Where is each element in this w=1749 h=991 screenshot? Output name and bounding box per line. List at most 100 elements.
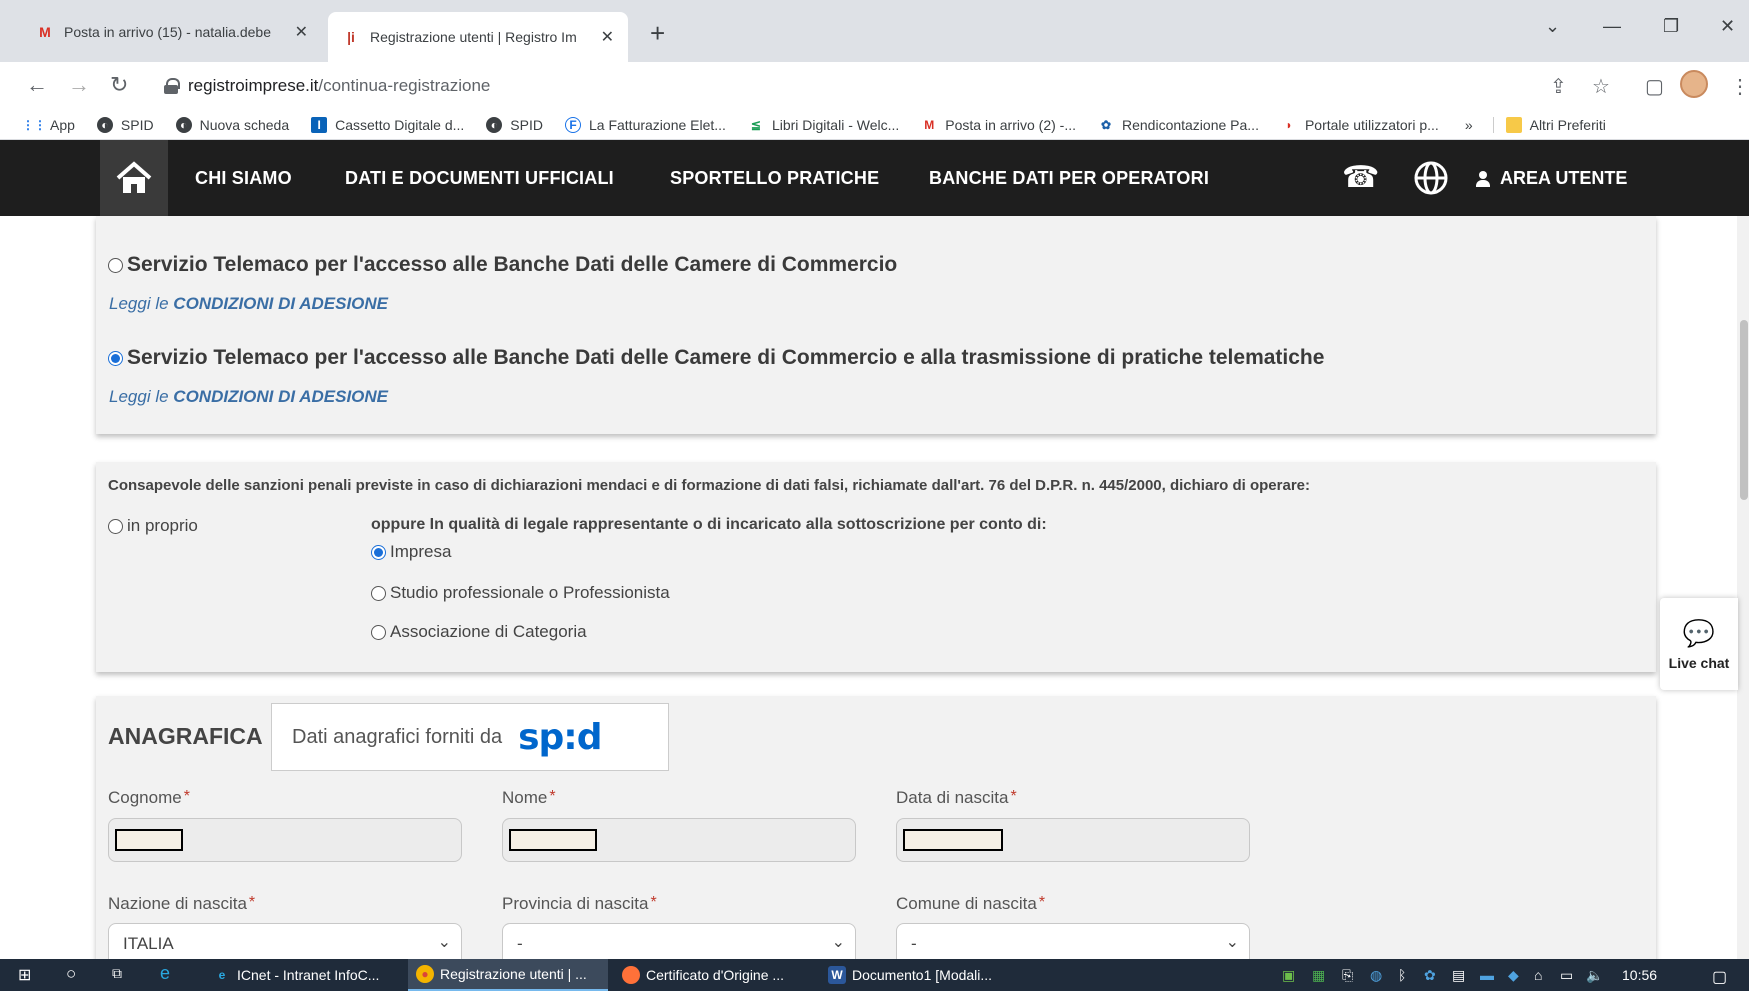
menu-icon[interactable]: ⋮	[1730, 74, 1749, 99]
option-studio-professionale[interactable]: Studio professionale o Professionista	[371, 583, 670, 603]
network-icon[interactable]: ⌂	[1534, 967, 1542, 983]
option-in-proprio[interactable]: in proprio	[108, 516, 198, 536]
bookmark-posta[interactable]: M Posta in arrivo (2) -...	[921, 117, 1076, 133]
service-option-banche-dati[interactable]: Servizio Telemaco per l'accesso alle Ban…	[108, 253, 897, 277]
redacted-value	[115, 829, 183, 851]
bookmarks-overflow[interactable]: »	[1465, 117, 1473, 133]
nav-sportello-pratiche[interactable]: SPORTELLO PRATICHE	[670, 168, 879, 189]
condizioni-link-2[interactable]: Leggi le CONDIZIONI DI ADESIONE	[109, 387, 388, 407]
tray-app-icon[interactable]: ⎘	[1342, 967, 1353, 984]
bookmark-fatturazione[interactable]: F La Fatturazione Elet...	[564, 116, 726, 133]
bluetooth-icon[interactable]: ᛒ	[1398, 967, 1406, 983]
cognome-field[interactable]	[108, 818, 462, 862]
close-tab-icon[interactable]: ✕	[295, 22, 308, 42]
tab-title: Posta in arrivo (15) - natalia.debe	[64, 24, 271, 40]
nav-chi-siamo[interactable]: CHI SIAMO	[195, 168, 292, 189]
task-view-icon[interactable]: ⧉	[112, 965, 122, 982]
chevron-down-icon: ⌄	[437, 934, 451, 951]
bookmark-libri[interactable]: ≦ Libri Digitali - Welc...	[748, 117, 899, 133]
bookmark-app[interactable]: ⋮⋮ App	[22, 117, 75, 133]
clock[interactable]: 10:56	[1622, 967, 1657, 983]
select-value: ITALIA	[123, 934, 174, 953]
ie-icon: e	[218, 968, 226, 982]
tab-search-icon[interactable]: ⌄	[1545, 16, 1560, 37]
profile-avatar[interactable]	[1680, 70, 1708, 98]
tray-app-icon[interactable]: ▣	[1282, 967, 1295, 984]
bookmark-label: La Fatturazione Elet...	[588, 116, 726, 133]
scrollbar-thumb[interactable]	[1740, 320, 1748, 500]
label-nome: Nome *	[502, 788, 556, 808]
shield-icon[interactable]: ◆	[1508, 967, 1519, 984]
radio-selected[interactable]	[108, 350, 123, 366]
area-utente-label: AREA UTENTE	[1500, 168, 1628, 188]
hp-icon[interactable]: ◍	[1370, 967, 1382, 984]
bookmark-label: SPID	[120, 116, 154, 133]
close-window-icon[interactable]: ✕	[1720, 16, 1735, 37]
libri-icon: ≦	[750, 117, 761, 132]
service-option-banche-dati-pratiche[interactable]: Servizio Telemaco per l'accesso alle Ban…	[108, 346, 1324, 370]
search-icon[interactable]: ○	[66, 964, 76, 984]
reload-icon[interactable]: ↻	[110, 72, 128, 98]
bookmark-rendicontazione[interactable]: ✿ Rendicontazione Pa...	[1098, 117, 1259, 133]
restore-icon[interactable]: ❐	[1663, 16, 1679, 37]
globe-icon: ◐	[175, 116, 192, 133]
bookmark-label: Cassetto Digitale d...	[335, 116, 465, 133]
tray-app-icon[interactable]: ▬	[1480, 967, 1494, 983]
bookmark-spid[interactable]: ◐ SPID	[96, 116, 154, 133]
label-cognome: Cognome *	[108, 788, 190, 808]
address-bar[interactable]: registroimprese.it/continua-registrazion…	[150, 68, 1520, 104]
required-mark: *	[1038, 894, 1046, 911]
tab-registrazione[interactable]: |i Registrazione utenti | Registro Im ✕	[328, 12, 628, 62]
label-text: Data di nascita	[896, 788, 1009, 807]
nome-field[interactable]	[502, 818, 856, 862]
bookmark-portale[interactable]: ◗ Portale utilizzatori p...	[1281, 117, 1438, 133]
tab-title: Registrazione utenti | Registro Im	[370, 29, 577, 45]
nav-banche-dati[interactable]: BANCHE DATI PER OPERATORI	[929, 168, 1209, 189]
star-icon[interactable]: ☆	[1592, 74, 1610, 99]
taskbar-icnet[interactable]: e ICnet - Intranet InfoC...	[205, 959, 399, 991]
radio-unselected[interactable]	[108, 257, 123, 273]
gmail-icon: M	[39, 24, 51, 40]
support-icon[interactable]: ☎	[1342, 160, 1379, 195]
new-tab-button[interactable]: +	[650, 18, 665, 49]
nav-dati-documenti[interactable]: DATI E DOCUMENTI UFFICIALI	[345, 168, 614, 189]
edge-icon[interactable]: e	[160, 963, 170, 984]
area-utente-link[interactable]: AREA UTENTE	[1476, 168, 1627, 189]
windows-start-icon[interactable]: ⊞	[18, 965, 31, 985]
radio-unselected[interactable]	[371, 585, 386, 601]
taskbar-certificato[interactable]: Certificato d'Origine ...	[614, 959, 810, 991]
bookmark-spid-2[interactable]: ◐ SPID	[486, 116, 543, 133]
volume-icon[interactable]: 🔈	[1586, 967, 1603, 984]
live-chat-button[interactable]: 💬 Live chat	[1660, 598, 1738, 690]
bookmark-cassetto[interactable]: I Cassetto Digitale d...	[311, 116, 465, 133]
minimize-icon[interactable]: —	[1603, 16, 1621, 37]
option-impresa[interactable]: Impresa	[371, 542, 451, 562]
tray-app-icon[interactable]: ✿	[1424, 967, 1436, 984]
bookmark-nuova-scheda[interactable]: ◐ Nuova scheda	[175, 116, 289, 133]
share-icon[interactable]: ⇪	[1550, 74, 1567, 99]
home-button[interactable]	[100, 140, 168, 216]
bookmark-altri-preferiti[interactable]: Altri Preferiti	[1492, 116, 1606, 133]
side-panel-icon[interactable]: ▢	[1645, 74, 1664, 99]
spid-text: Dati anagrafici forniti da	[292, 725, 503, 748]
tray-app-icon[interactable]: ▤	[1452, 967, 1465, 984]
radio-unselected[interactable]	[108, 518, 123, 534]
battery-icon[interactable]: ▭	[1560, 967, 1573, 984]
tray-app-icon[interactable]: ▦	[1312, 967, 1325, 984]
back-icon[interactable]: ←	[26, 72, 48, 98]
radio-selected[interactable]	[371, 544, 386, 560]
condizioni-link-1[interactable]: Leggi le CONDIZIONI DI ADESIONE	[109, 294, 388, 314]
taskbar-registrazione[interactable]: ● Registrazione utenti | ...	[408, 959, 608, 991]
language-globe-icon[interactable]	[1413, 160, 1449, 196]
radio-unselected[interactable]	[371, 624, 386, 640]
forward-icon[interactable]: →	[68, 72, 90, 98]
notifications-icon[interactable]: ▢	[1712, 967, 1727, 987]
data-nascita-field[interactable]	[896, 818, 1250, 862]
close-tab-icon[interactable]: ✕	[601, 27, 614, 47]
option-associazione[interactable]: Associazione di Categoria	[371, 622, 587, 642]
bookmark-label: Altri Preferiti	[1529, 116, 1606, 133]
label-comune-nascita: Comune di nascita *	[896, 894, 1045, 914]
word-icon: W	[828, 966, 846, 984]
tab-gmail[interactable]: M Posta in arrivo (15) - natalia.debe ✕	[22, 12, 322, 52]
taskbar-documento[interactable]: W Documento1 [Modali...	[820, 959, 1016, 991]
